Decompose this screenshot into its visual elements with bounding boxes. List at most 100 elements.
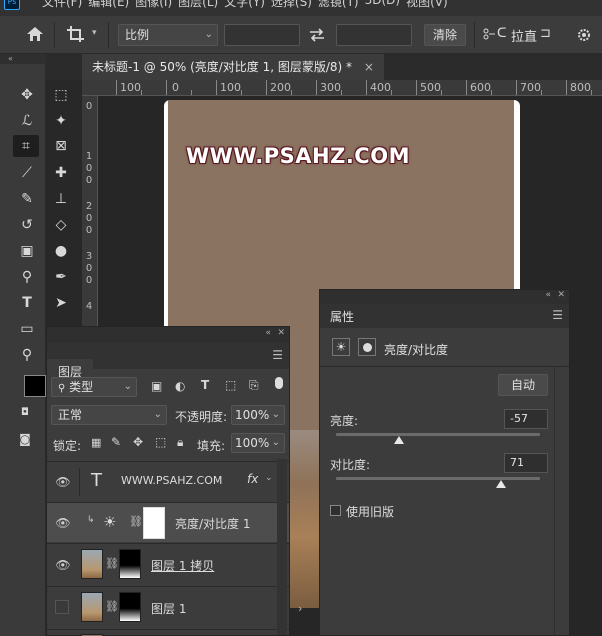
menu-image[interactable]: 图像(I): [135, 0, 172, 10]
filter-adjustment-icon[interactable]: ◐: [175, 379, 185, 393]
frame-tool-icon[interactable]: ⊠: [50, 135, 72, 157]
menu-edit[interactable]: 编辑(E): [88, 0, 129, 10]
straighten-icon[interactable]: [482, 27, 496, 41]
ratio-height-field[interactable]: [336, 24, 412, 46]
layer-row-copy[interactable]: 👁︎ ⛓︎ 图层 1 拷贝: [47, 543, 289, 585]
effects-icon[interactable]: fx: [247, 472, 258, 486]
blur-tool-icon[interactable]: ●: [50, 240, 72, 262]
mask-link-icon[interactable]: ⛓︎: [129, 515, 143, 528]
close-icon[interactable]: ✕: [557, 290, 565, 300]
filter-shape-icon[interactable]: ⬚: [225, 378, 236, 392]
straighten-label[interactable]: 拉直: [511, 26, 537, 45]
swap-icon[interactable]: [308, 27, 326, 43]
filter-pixel-icon[interactable]: ▣: [151, 379, 162, 393]
rectangle-tool-icon[interactable]: ▭: [16, 318, 38, 340]
contrast-slider-knob[interactable]: [495, 480, 506, 488]
menu-type[interactable]: 文字(Y): [224, 0, 265, 10]
stamp-tool-icon[interactable]: ⊥: [50, 188, 72, 210]
layer-name[interactable]: 图层 1: [151, 600, 186, 617]
visibility-eye-icon[interactable]: 👁︎: [55, 474, 71, 490]
mask-link-icon[interactable]: ⛓︎: [105, 557, 119, 570]
collapse-arrows-icon[interactable]: «: [265, 328, 271, 338]
close-icon[interactable]: ✕: [277, 328, 285, 338]
menu-layer[interactable]: 图层(L): [178, 0, 218, 10]
panel-menu-icon[interactable]: ☰: [272, 348, 283, 362]
layer-mask-thumbnail[interactable]: [119, 549, 141, 579]
visibility-eye-icon[interactable]: 👁︎: [55, 515, 71, 531]
ratio-dropdown[interactable]: 比例 ⌄: [118, 24, 218, 46]
gradient-tool-icon[interactable]: ▣: [16, 240, 38, 262]
type-tool-icon[interactable]: T: [16, 292, 38, 314]
menu-file[interactable]: 文件(F): [42, 0, 82, 10]
fill-field[interactable]: 100% ⌄: [231, 433, 285, 453]
menu-select[interactable]: 选择(S): [271, 0, 312, 10]
magic-wand-icon[interactable]: ✦: [50, 110, 72, 132]
properties-scrollbar[interactable]: [554, 366, 555, 636]
mask-icon[interactable]: [358, 338, 376, 356]
healing-brush-icon[interactable]: ✚: [50, 162, 72, 184]
brightness-slider-track[interactable]: [336, 433, 540, 436]
filter-toggle-icon[interactable]: [275, 377, 283, 389]
mask-link-icon[interactable]: ⛓︎: [105, 600, 119, 613]
foreground-color-swatch[interactable]: [24, 375, 46, 397]
lock-all-icon[interactable]: 🔒︎: [177, 435, 183, 450]
layers-panel-header[interactable]: « ✕: [47, 327, 289, 343]
zoom-tool-icon[interactable]: ⚲: [16, 344, 38, 366]
layer-row-partial[interactable]: [47, 629, 289, 636]
menu-filter[interactable]: 滤镜(T): [318, 0, 359, 10]
layer-name[interactable]: WWW.PSAHZ.COM: [121, 474, 222, 487]
crop-tool-preset-icon[interactable]: [66, 25, 86, 43]
filter-smart-object-icon[interactable]: ⎘: [249, 378, 259, 393]
pen-tool-icon[interactable]: ✒: [50, 266, 72, 288]
chevron-right-icon[interactable]: ›: [298, 602, 302, 615]
layer-row-brightness-contrast[interactable]: 👁︎ ↳ ☀︎ ⛓︎ 亮度/对比度 1: [47, 502, 289, 542]
ratio-width-field[interactable]: [224, 24, 300, 46]
visibility-off-box[interactable]: [55, 600, 69, 614]
layer-name[interactable]: 亮度/对比度 1: [175, 515, 251, 532]
lock-image-icon[interactable]: ✎: [111, 435, 121, 449]
brightness-value-field[interactable]: -57: [504, 409, 548, 429]
brightness-slider-knob[interactable]: [394, 436, 405, 444]
contrast-value-field[interactable]: 71: [504, 453, 548, 473]
collapse-arrows-icon[interactable]: «: [0, 54, 46, 64]
lasso-tool-icon[interactable]: ℒ: [16, 110, 38, 132]
properties-panel-header[interactable]: « ✕: [320, 290, 569, 304]
horizontal-ruler[interactable]: 100 0 100 200 300 400 500 600 700 800: [82, 80, 602, 96]
opacity-field[interactable]: 100% ⌄: [231, 405, 285, 425]
quick-mask-icon[interactable]: ◙: [14, 428, 36, 450]
default-colors-icon[interactable]: ◘: [14, 402, 36, 424]
layer-mask-thumbnail[interactable]: [119, 592, 141, 622]
overlay-icon[interactable]: ⊐: [540, 26, 551, 41]
move-tool-icon[interactable]: ✥: [16, 84, 38, 106]
crop-tool-icon[interactable]: ⌗: [13, 135, 39, 157]
visibility-eye-icon[interactable]: 👁︎: [55, 557, 71, 573]
contrast-slider-track[interactable]: [336, 477, 540, 480]
panel-menu-icon[interactable]: ☰: [552, 308, 563, 322]
auto-button[interactable]: 自动: [498, 374, 548, 396]
menu-view[interactable]: 视图(V): [406, 0, 448, 10]
eraser-tool-icon[interactable]: ◇: [50, 214, 72, 236]
collapse-arrows-icon[interactable]: «: [545, 290, 551, 300]
legacy-checkbox[interactable]: [330, 505, 341, 516]
eyedropper-tool-icon[interactable]: ⟋: [16, 162, 38, 184]
document-tab[interactable]: 未标题-1 @ 50% (亮度/对比度 1, 图层蒙版/8) * ×: [82, 54, 384, 80]
layers-scrollbar[interactable]: [277, 459, 287, 635]
lock-transparent-icon[interactable]: ▦: [91, 436, 101, 449]
layer-row-base[interactable]: ⛓︎ 图层 1: [47, 586, 289, 628]
clear-button[interactable]: 清除: [424, 24, 466, 46]
marquee-tool-icon[interactable]: ⬚: [50, 84, 72, 106]
home-icon[interactable]: [26, 26, 44, 42]
close-tab-icon[interactable]: ×: [364, 60, 374, 74]
filter-kind-dropdown[interactable]: ⚲ 类型 ⌄: [51, 377, 137, 397]
dodge-tool-icon[interactable]: ⚲: [16, 266, 38, 288]
path-selection-icon[interactable]: ➤: [50, 292, 72, 314]
history-brush-icon[interactable]: ↺: [16, 214, 38, 236]
filter-type-icon[interactable]: T: [201, 378, 209, 392]
layer-name[interactable]: 图层 1 拷贝: [151, 557, 214, 574]
layer-mask-thumbnail[interactable]: [143, 507, 165, 539]
menu-3d[interactable]: 3D(D): [365, 0, 400, 10]
blend-mode-dropdown[interactable]: 正常 ⌄: [51, 405, 167, 425]
chevron-down-icon[interactable]: ⌄: [265, 473, 273, 483]
lock-position-icon[interactable]: ✥: [133, 435, 143, 449]
gear-icon[interactable]: [576, 27, 594, 43]
